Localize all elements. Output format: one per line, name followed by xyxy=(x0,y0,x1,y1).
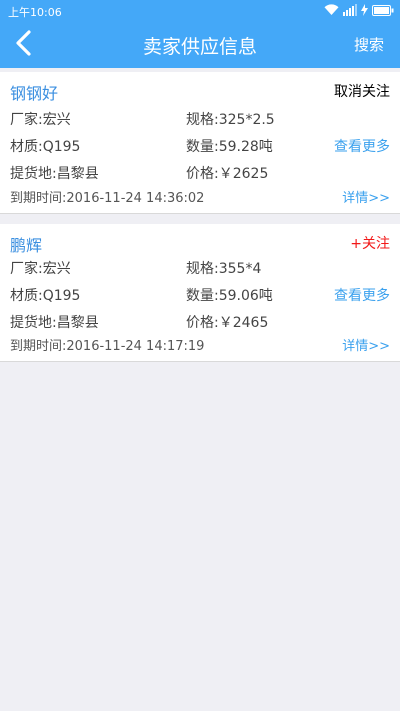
status-time: 上午10:06 xyxy=(8,6,62,19)
pickup-field: 提货地:昌黎县 xyxy=(10,315,99,331)
app-header: 上午10:06 卖家供应信息 搜索 xyxy=(0,0,400,68)
seller-name[interactable]: 鹏辉 xyxy=(10,232,42,256)
unfollow-button[interactable]: 取消关注 xyxy=(334,81,390,101)
manufacturer-field: 厂家:宏兴 xyxy=(10,261,71,277)
spec-field: 规格:355*4 xyxy=(186,261,262,277)
quantity-field: 数量:59.06吨 xyxy=(186,288,273,304)
page-title: 卖家供应信息 xyxy=(142,36,257,58)
back-button[interactable] xyxy=(6,28,42,62)
battery-icon xyxy=(372,4,394,16)
wifi-icon xyxy=(324,4,339,16)
price-field: 价格:￥2625 xyxy=(186,166,269,182)
listing-card: 鹏辉 +关注 厂家:宏兴 规格:355*4 材质:Q195 数量:59.06吨 … xyxy=(0,224,400,362)
status-bar: 上午10:06 xyxy=(0,0,400,22)
view-more-link[interactable]: 查看更多 xyxy=(334,285,390,305)
expire-time: 到期时间:2016-11-24 14:36:02 xyxy=(10,191,205,206)
price-field: 价格:￥2465 xyxy=(186,315,269,331)
manufacturer-field: 厂家:宏兴 xyxy=(10,112,71,128)
view-more-link[interactable]: 查看更多 xyxy=(334,136,390,156)
signal-icon xyxy=(343,4,357,16)
quantity-field: 数量:59.28吨 xyxy=(186,139,273,155)
charging-bolt-icon xyxy=(361,4,368,16)
search-button[interactable]: 搜索 xyxy=(354,34,384,55)
seller-name[interactable]: 钢钢好 xyxy=(10,80,58,104)
listing-card: 钢钢好 取消关注 厂家:宏兴 规格:325*2.5 材质:Q195 数量:59.… xyxy=(0,72,400,214)
detail-link[interactable]: 详情>> xyxy=(342,335,390,354)
follow-button[interactable]: +关注 xyxy=(350,233,390,253)
expire-time: 到期时间:2016-11-24 14:17:19 xyxy=(10,339,205,354)
material-field: 材质:Q195 xyxy=(10,288,81,304)
material-field: 材质:Q195 xyxy=(10,139,81,155)
spec-field: 规格:325*2.5 xyxy=(186,112,275,128)
nav-bar: 卖家供应信息 搜索 xyxy=(0,22,400,68)
detail-link[interactable]: 详情>> xyxy=(342,187,390,206)
chevron-left-icon xyxy=(14,30,34,60)
pickup-field: 提货地:昌黎县 xyxy=(10,166,99,182)
status-icons xyxy=(324,3,394,17)
